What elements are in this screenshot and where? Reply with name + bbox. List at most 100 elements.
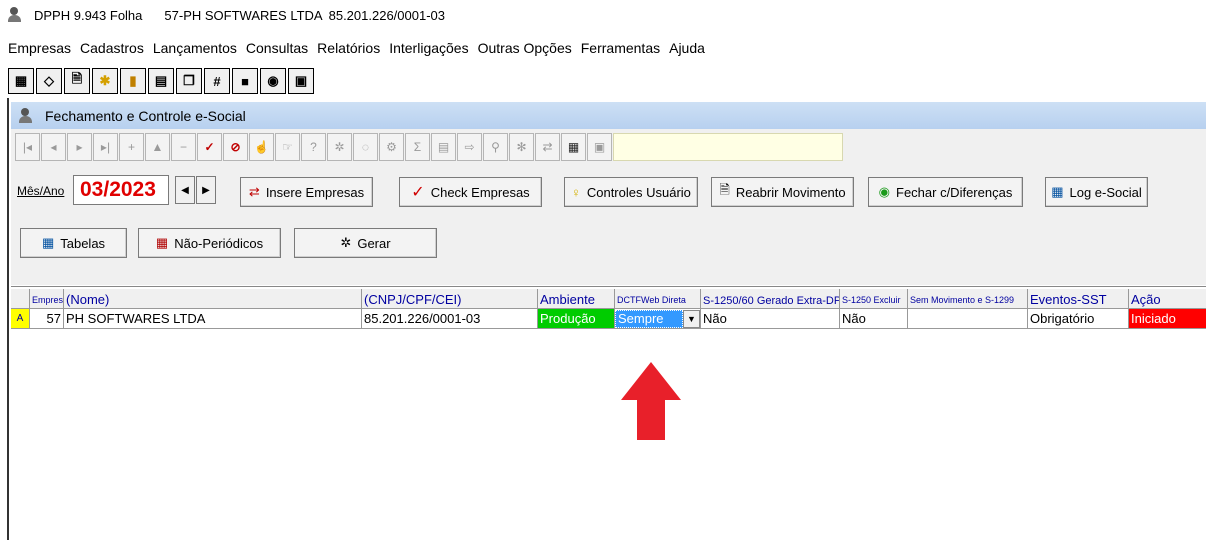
delete-record-icon[interactable]: − [171,133,196,161]
header-eventos-sst[interactable]: Eventos-SST [1028,289,1129,309]
menu-interligacoes[interactable]: Interligações [389,40,468,62]
pages-icon[interactable]: ❐ [176,68,202,94]
controles-usuario-button[interactable]: ♀ Controles Usuário [564,177,698,207]
header-sem-movimento[interactable]: Sem Movimento e S-1299 [908,289,1028,309]
eraser-icon[interactable]: ◇ [36,68,62,94]
menu-cadastros[interactable]: Cadastros [80,40,144,62]
runner-icon[interactable]: ✱ [92,68,118,94]
calculator-icon[interactable]: ▦ [8,68,34,94]
next-record-icon[interactable]: ▸ [67,133,92,161]
stop-icon[interactable]: ▣ [288,68,314,94]
companies-grid: Empresa (Nome) (CNPJ/CPF/CEI) Ambiente D… [11,286,1206,540]
stop-record-icon[interactable]: ▣ [587,133,612,161]
header-empresa[interactable]: Empresa [30,289,64,309]
period-field[interactable]: 03/2023 [73,175,169,205]
insert-arrows-icon: ⇄ [248,184,260,199]
log-grid-icon: ▦ [1051,184,1064,199]
row-marker[interactable]: A [11,309,30,329]
cd-icon[interactable]: ◉ [260,68,286,94]
cell-acao[interactable]: Iniciado [1129,309,1206,329]
navigator-toolbar: |◂ ◂ ▸ ▸| + ▲ − ✓ ⊘ ☝ ☞ ? ✲ ◌ ⚙ Σ ▤ ⇨ ⚲ … [11,129,1206,169]
log-esocial-button[interactable]: ▦ Log e-Social [1045,177,1148,207]
chevron-down-icon[interactable]: ▼ [683,309,700,328]
checkmark-icon: ✓ [411,184,425,201]
app-title: DPPH 9.943 Folha [34,7,143,23]
menu-ferramentas[interactable]: Ferramentas [581,40,660,62]
print-icon[interactable]: ▤ [431,133,456,161]
cell-dctfweb[interactable]: Sempre ▼ [615,309,701,329]
hash-icon[interactable]: # [204,68,230,94]
header-acao[interactable]: Ação [1129,289,1206,309]
header-s1250-gerado[interactable]: S-1250/60 Gerado Extra-DP [701,289,840,309]
insert-record-icon[interactable]: + [119,133,144,161]
check-empresas-button[interactable]: ✓ Check Empresas [399,177,542,207]
dctfweb-select-value[interactable]: Sempre [615,309,683,328]
menu-lancamentos[interactable]: Lançamentos [153,40,237,62]
cell-sem-movimento[interactable] [908,309,1028,329]
header-s1250-excluir[interactable]: S-1250 Excluir [840,289,908,309]
nao-periodicos-button[interactable]: ▦ Não-Periódicos [138,228,281,258]
calc-icon[interactable]: ▦ [561,133,586,161]
first-record-icon[interactable]: |◂ [15,133,40,161]
search-icon[interactable]: ⚲ [483,133,508,161]
check-icon[interactable]: ✓ [197,133,222,161]
cell-s1250-gerado[interactable]: Não [701,309,840,329]
bulb-icon: ♀ [571,184,581,200]
child-window-titlebar: Fechamento e Controle e-Social [11,102,1206,129]
report-icon[interactable]: ▤ [148,68,174,94]
reopen-doc-icon: 🗎 [719,182,730,197]
menu-outras-opcoes[interactable]: Outras Opções [478,40,572,62]
pointer-icon[interactable]: ☞ [275,133,300,161]
document-icon[interactable]: 🗎 [64,68,90,94]
app-company: 57-PH SOFTWARES LTDA [164,7,323,23]
menu-consultas[interactable]: Consultas [246,40,308,62]
cell-nome[interactable]: PH SOFTWARES LTDA [64,309,362,329]
menu-ajuda[interactable]: Ajuda [669,40,705,62]
gerar-button[interactable]: ✲ Gerar [294,228,437,258]
tools-icon[interactable]: ⚙ [379,133,404,161]
help-icon[interactable]: ? [301,133,326,161]
sum-icon[interactable]: Σ [405,133,430,161]
hand-icon[interactable]: ☝ [249,133,274,161]
gears-icon[interactable]: ✲ [327,133,352,161]
control-panel: Mês/Ano 03/2023 ◀ ▶ ⇄ Insere Empresas ✓ … [11,169,1206,285]
header-cnpj[interactable]: (CNPJ/CPF/CEI) [362,289,538,309]
edit-record-icon[interactable]: ▲ [145,133,170,161]
config-icon[interactable]: ✻ [509,133,534,161]
last-record-icon[interactable]: ▸| [93,133,118,161]
cell-empresa[interactable]: 57 [30,309,64,329]
fechar-diferencas-button[interactable]: ◉ Fechar c/Diferenças [868,177,1023,207]
generate-icon: ✲ [340,235,352,250]
globe-icon[interactable]: ◌ [353,133,378,161]
menu-empresas[interactable]: Empresas [8,40,71,62]
export-icon[interactable]: ⇨ [457,133,482,161]
cell-eventos-sst[interactable]: Obrigatório [1028,309,1129,329]
period-label: Mês/Ano [17,184,65,198]
insere-empresas-button[interactable]: ⇄ Insere Empresas [240,177,373,207]
header-dctfweb[interactable]: DCTFWeb Direta [615,289,701,309]
menu-bar: Empresas Cadastros Lançamentos Consultas… [0,40,714,62]
period-next-button[interactable]: ▶ [196,176,216,204]
transfer-icon[interactable]: ⇄ [535,133,560,161]
save-icon[interactable]: ■ [232,68,258,94]
menu-relatorios[interactable]: Relatórios [317,40,380,62]
exit-door-icon[interactable]: ▮ [120,68,146,94]
cell-ambiente[interactable]: Produção [538,309,615,329]
mdi-area: Fechamento e Controle e-Social |◂ ◂ ▸ ▸|… [7,98,1206,540]
cancel-icon[interactable]: ⊘ [223,133,248,161]
red-up-arrow-annotation [621,362,681,440]
cell-s1250-excluir[interactable]: Não [840,309,908,329]
app-cnpj: 85.201.226/0001-03 [328,7,445,23]
tabelas-button[interactable]: ▦ Tabelas [20,228,127,258]
header-nome[interactable]: (Nome) [64,289,362,309]
header-ambiente[interactable]: Ambiente [538,289,615,309]
grid-row-indicator-header [11,289,30,309]
child-window-title: Fechamento e Controle e-Social [45,107,246,124]
green-light-icon: ◉ [878,184,890,199]
reabrir-movimento-button[interactable]: 🗎 Reabrir Movimento [711,177,854,207]
prior-record-icon[interactable]: ◂ [41,133,66,161]
app-user-icon [8,7,26,23]
period-prev-button[interactable]: ◀ [175,176,195,204]
status-panel [613,133,843,161]
cell-cnpj[interactable]: 85.201.226/0001-03 [362,309,538,329]
